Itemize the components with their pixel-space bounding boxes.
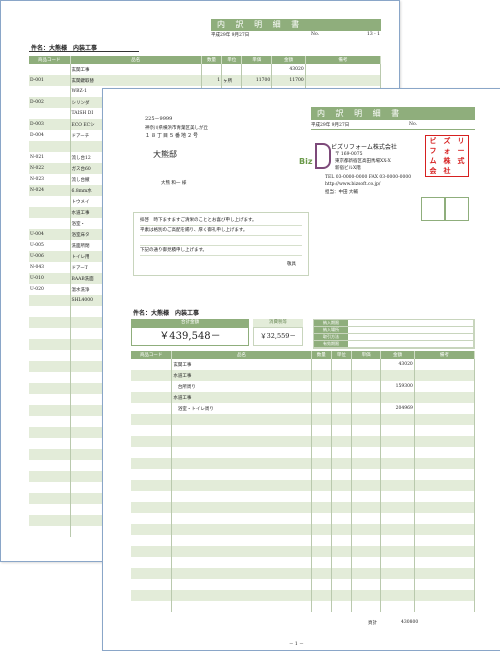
table-row — [131, 513, 476, 524]
table-row — [131, 414, 476, 425]
page-total-amount: 430800 — [401, 620, 419, 625]
company-name: ビズリフォーム株式会社 — [331, 144, 397, 151]
back-title: 内 訳 明 細 書 — [211, 19, 381, 31]
company-logo — [313, 141, 331, 169]
customer-name: 大熊邸 — [153, 150, 177, 159]
greeting-closing: 敬具 — [287, 262, 296, 267]
table-row: 浴室・トイレ周り 204969 — [131, 403, 476, 414]
total-label: 合計金額 — [131, 319, 249, 327]
approval-box-1 — [421, 197, 445, 221]
front-page: 内 訳 明 細 書 平成29年 9月27日 No. 225－9999 神奈川県横… — [102, 88, 500, 651]
front-no-label: No. — [409, 122, 417, 127]
front-subject: 件名：大熊様 内装工事 — [133, 310, 200, 317]
table-row — [131, 425, 476, 436]
delivery-info-label: 納入場所 — [314, 327, 348, 333]
table-row — [131, 502, 476, 513]
greeting-line: 平素は格別のご高配を賜り、厚く御礼申し上げます。 — [140, 226, 302, 236]
delivery-info: 納入期限 納入場所 取引方法 有効期限 — [313, 319, 475, 349]
customer-person: 大熊 和一 様 — [161, 181, 187, 186]
tax-amount: ￥32,559－ — [253, 327, 303, 346]
back-date: 平成29年 9月27日 — [211, 33, 250, 38]
table-row: D-001 玄関鍵取替 1 ヶ所 11700 11700 — [29, 75, 382, 86]
front-title: 内 訳 明 細 書 — [311, 107, 475, 120]
back-no-label: No. — [311, 32, 319, 37]
company-tel-fax: TEL 03-0000-0000 FAX 03-0000-0000 — [325, 175, 412, 180]
delivery-info-label: 取引方法 — [314, 334, 348, 340]
table-row: 玄関工事 43020 — [29, 64, 382, 75]
page-total-label: 頁計 — [368, 621, 377, 626]
approval-box-2 — [445, 197, 469, 221]
table-row: 玄関工事 43020 — [131, 359, 476, 370]
table-row — [131, 480, 476, 491]
company-logo-text: Biz — [299, 157, 313, 166]
table-row — [131, 524, 476, 535]
table-row: 水道工事 — [131, 392, 476, 403]
customer-zip: 225－9999 — [145, 116, 173, 122]
table-row — [131, 436, 476, 447]
table-row — [131, 458, 476, 469]
tax-label: 消費税等 — [253, 319, 303, 327]
table-row — [131, 535, 476, 546]
sales-rep: 担当：中田 大輔 — [325, 190, 358, 195]
company-address-1: 東京都新宿区高田馬場XX-X — [335, 159, 391, 164]
delivery-info-label: 有効期限 — [314, 341, 348, 347]
total-amount: ￥439,548－ — [131, 327, 249, 346]
page-number: － 1 － — [289, 642, 304, 647]
back-page-no: 13 - 1 — [367, 32, 380, 37]
table-row — [131, 546, 476, 557]
front-date: 平成29年 9月27日 — [311, 123, 350, 128]
customer-address-2: １８丁目５番地２号 — [145, 133, 200, 139]
table-row — [131, 590, 476, 601]
table-row — [131, 557, 476, 568]
table-row: 台所周り 159300 — [131, 381, 476, 392]
greeting-line — [140, 236, 302, 246]
table-row: 水道工事 — [131, 370, 476, 381]
greeting-line: 下記の通り御見積申し上げます。 — [140, 246, 302, 256]
table-row — [131, 491, 476, 502]
company-zip: 〒 169-0075 — [335, 152, 363, 157]
company-address-2: 新宿ビルX階 — [335, 166, 361, 171]
greeting-line: 拝啓 時下ますますご清栄のこととお喜び申し上げます。 — [140, 216, 302, 226]
table-row — [131, 579, 476, 590]
company-url: http://www.bizsoft.co.jp/ — [325, 182, 381, 187]
company-seal: ビズリフォーム株式会社 — [425, 135, 469, 177]
front-items-table: 商品コード 品名 数量 単位 単価 金額 備考 玄関工事 43020 水道工事 台所… — [131, 351, 476, 612]
customer-address-1: 神奈川県横浜市青葉区美しが丘 — [145, 126, 208, 131]
table-row — [131, 469, 476, 480]
table-row — [131, 568, 476, 579]
table-row — [131, 447, 476, 458]
table-row — [131, 601, 476, 612]
delivery-info-label: 納入期限 — [314, 320, 348, 326]
greeting-box: 拝啓 時下ますますご清栄のこととお喜び申し上げます。 平素は格別のご高配を賜り、厚… — [133, 212, 309, 276]
